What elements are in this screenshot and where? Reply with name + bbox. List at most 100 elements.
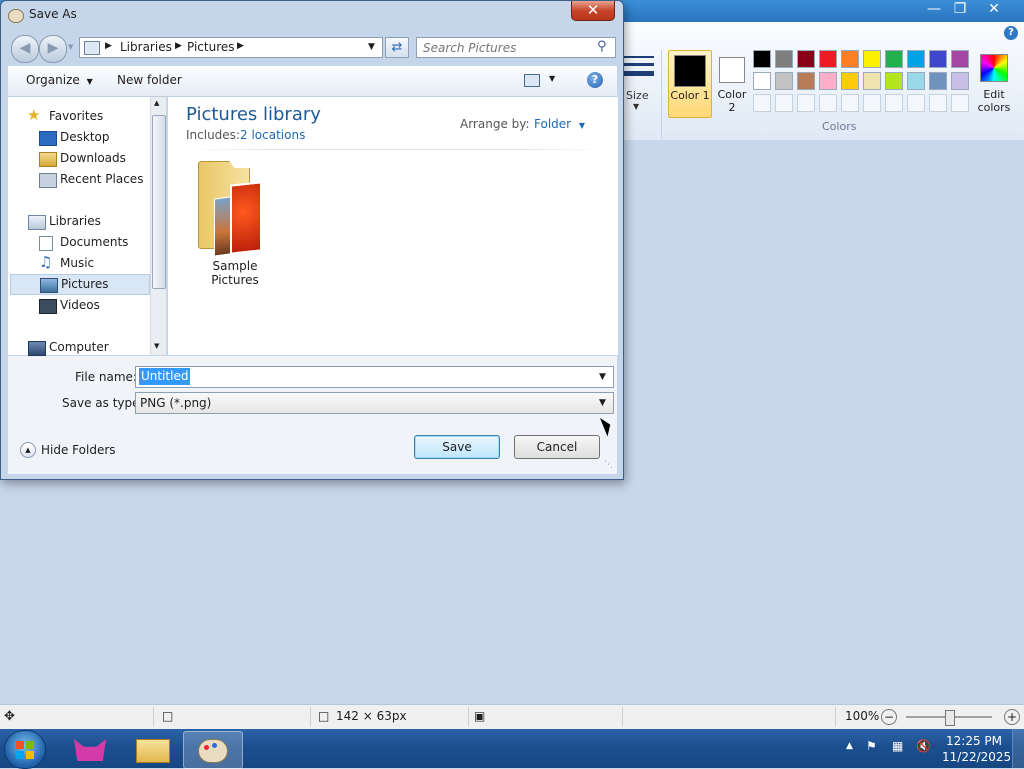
size-tool[interactable]: Size ▼	[624, 52, 658, 112]
chevron-down-icon[interactable]: ▼	[599, 367, 606, 387]
nav-pictures[interactable]: Pictures	[10, 274, 150, 295]
breadcrumb-libraries[interactable]: Libraries	[120, 40, 172, 54]
back-button[interactable]: ◀	[11, 35, 39, 63]
color-swatch[interactable]	[819, 72, 837, 90]
search-icon[interactable]: ⚲	[597, 39, 607, 54]
recent-pages-chevron-icon[interactable]: ▼	[68, 43, 73, 51]
color-swatch[interactable]	[929, 72, 947, 90]
folder-item[interactable]: Sample Pictures	[188, 155, 282, 287]
color-swatch[interactable]	[907, 50, 925, 68]
chevron-down-icon[interactable]: ▼	[599, 393, 606, 413]
color-swatch[interactable]	[929, 50, 947, 68]
start-button[interactable]	[4, 730, 46, 769]
action-center-flag-icon[interactable]: ⚑	[866, 739, 882, 755]
forward-button[interactable]: ▶	[39, 35, 67, 63]
color-swatch[interactable]	[753, 50, 771, 68]
zoom-in-icon[interactable]: +	[1004, 709, 1020, 725]
nav-documents[interactable]: Documents	[8, 232, 150, 253]
nav-scrollbar-thumb[interactable]	[152, 115, 166, 289]
command-bar: Organize ▼ New folder ▼ ?	[8, 66, 617, 97]
arrange-by-dropdown[interactable]: Folder ▼	[534, 117, 585, 131]
library-includes-label: Includes:	[186, 128, 240, 142]
color1-button[interactable]: Color 1	[668, 50, 712, 118]
color-swatch[interactable]	[951, 72, 969, 90]
dialog-title-bar[interactable]: Save As ✕	[1, 1, 623, 29]
help-icon[interactable]: ?	[587, 72, 603, 88]
taskbar-explorer-icon[interactable]	[122, 731, 180, 767]
dialog-close-button[interactable]: ✕	[571, 1, 615, 21]
nav-music[interactable]: ♫ Music	[8, 253, 150, 274]
color-swatch[interactable]	[819, 50, 837, 68]
edit-colors-button[interactable]: Edit colors	[975, 50, 1015, 116]
color-swatch[interactable]	[929, 94, 947, 112]
file-name-combo[interactable]: Untitled ▼	[135, 366, 614, 388]
clock-time: 12:25 PM	[946, 734, 1002, 748]
change-view-icon[interactable]	[524, 74, 540, 87]
color-swatch[interactable]	[907, 72, 925, 90]
color2-button[interactable]: Color 2	[713, 50, 751, 116]
network-icon[interactable]: ▦	[892, 739, 908, 755]
view-options-chevron-icon[interactable]: ▼	[549, 74, 555, 83]
show-hidden-icons-icon[interactable]: ▲	[846, 741, 853, 751]
color-swatch[interactable]	[863, 72, 881, 90]
color-swatch[interactable]	[951, 50, 969, 68]
save-as-type-select[interactable]: PNG (*.png) ▼	[135, 392, 614, 414]
color-swatch[interactable]	[841, 50, 859, 68]
close-icon[interactable]: ✕	[978, 0, 1010, 18]
nav-computer-label: Computer	[49, 340, 109, 354]
breadcrumb-pictures[interactable]: Pictures	[187, 40, 235, 54]
taskbar-app-fox-icon[interactable]	[62, 731, 120, 767]
resize-grip-icon[interactable]: ⋱	[604, 460, 613, 470]
organize-button[interactable]: Organize ▼	[26, 73, 93, 87]
nav-scrollbar[interactable]: ▲ ▼	[150, 97, 166, 355]
scroll-down-icon[interactable]: ▼	[154, 342, 159, 350]
color-swatch[interactable]	[753, 94, 771, 112]
color-swatch[interactable]	[863, 50, 881, 68]
color-swatch[interactable]	[819, 94, 837, 112]
nav-libraries-label: Libraries	[49, 214, 101, 228]
color-swatch[interactable]	[775, 72, 793, 90]
forward-arrow-icon: ▶	[47, 40, 59, 56]
nav-desktop[interactable]: Desktop	[8, 127, 150, 148]
help-icon[interactable]: ?	[1004, 26, 1018, 40]
color-swatch[interactable]	[863, 94, 881, 112]
search-input[interactable]	[421, 39, 595, 57]
restore-icon[interactable]: ❐	[944, 0, 976, 18]
color-swatch[interactable]	[907, 94, 925, 112]
nav-videos[interactable]: Videos	[8, 295, 150, 316]
star-icon: ★	[27, 106, 41, 124]
nav-computer[interactable]: Computer	[8, 337, 150, 358]
taskbar-paint-icon[interactable]	[183, 731, 243, 769]
color-swatch[interactable]	[797, 72, 815, 90]
address-bar[interactable]: ▶ Libraries ▶ Pictures ▶ ▼	[79, 37, 383, 58]
color-swatch[interactable]	[775, 50, 793, 68]
color-swatch[interactable]	[885, 50, 903, 68]
library-locations-link[interactable]: 2 locations	[240, 128, 305, 142]
color-swatch[interactable]	[797, 94, 815, 112]
cancel-button[interactable]: Cancel	[514, 435, 600, 459]
color-swatch[interactable]	[753, 72, 771, 90]
address-dropdown-icon[interactable]: ▼	[368, 42, 375, 52]
new-folder-button[interactable]: New folder	[117, 73, 182, 87]
search-box[interactable]: ⚲	[416, 37, 616, 58]
nav-libraries[interactable]: Libraries	[8, 211, 150, 232]
nav-recent-places[interactable]: Recent Places	[8, 169, 150, 190]
color-swatch[interactable]	[841, 94, 859, 112]
color-swatch[interactable]	[885, 72, 903, 90]
nav-favorites[interactable]: ★ Favorites	[8, 106, 150, 127]
volume-muted-icon[interactable]: 🔇	[916, 739, 932, 755]
color-swatch[interactable]	[797, 50, 815, 68]
color-swatch[interactable]	[885, 94, 903, 112]
clock[interactable]: 12:25 PM 11/22/2025	[942, 733, 1011, 765]
color-swatch[interactable]	[775, 94, 793, 112]
nav-downloads[interactable]: Downloads	[8, 148, 150, 169]
color-swatch[interactable]	[841, 72, 859, 90]
save-button[interactable]: Save	[414, 435, 500, 459]
refresh-button[interactable]: ⇄	[385, 37, 409, 58]
show-desktop-button[interactable]	[1012, 729, 1024, 768]
zoom-slider-thumb[interactable]	[945, 710, 955, 726]
zoom-out-icon[interactable]: −	[881, 709, 897, 725]
scroll-up-icon[interactable]: ▲	[154, 99, 159, 107]
file-name-input[interactable]: Untitled	[139, 368, 191, 385]
color-swatch[interactable]	[951, 94, 969, 112]
